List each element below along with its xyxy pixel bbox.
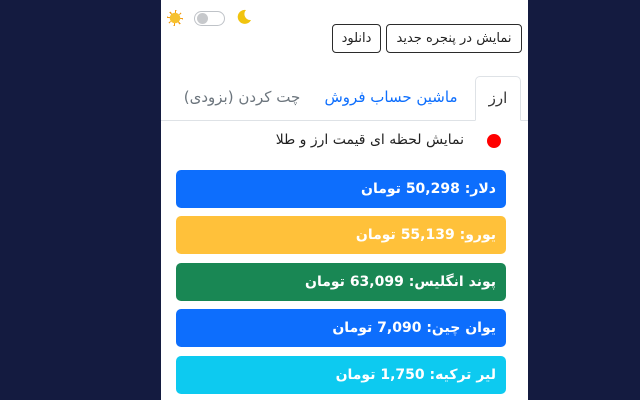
tab-bar: ارز ماشین حساب فروش چت کردن (بزودی) [161,76,528,121]
toggle-knob [197,13,208,24]
tab-currency[interactable]: ارز [475,76,521,121]
rate-cny: یوان چین: 7,090 تومان [176,309,506,347]
moon-icon [237,9,251,24]
rate-gbp: پوند انگلیس: 63,099 تومان [176,263,506,301]
download-button[interactable]: دانلود [332,24,381,53]
live-indicator-icon [487,134,501,148]
rate-try: لیر ترکیه: 1,750 تومان [176,356,506,394]
theme-toggle[interactable] [194,11,225,26]
tab-chat[interactable]: چت کردن (بزودی) [173,76,311,120]
extension-popup: دانلود نمایش در پنجره جدید ارز ماشین حسا… [161,0,528,400]
open-new-window-button[interactable]: نمایش در پنجره جدید [386,24,522,53]
sun-icon [167,10,183,26]
rate-eur: یورو: 55,139 تومان [176,216,506,254]
live-caption: نمایش لحظه ای قیمت ارز و طلا [275,132,464,148]
tab-sales-calculator[interactable]: ماشین حساب فروش [321,76,461,120]
rate-usd: دلار: 50,298 تومان [176,170,506,208]
